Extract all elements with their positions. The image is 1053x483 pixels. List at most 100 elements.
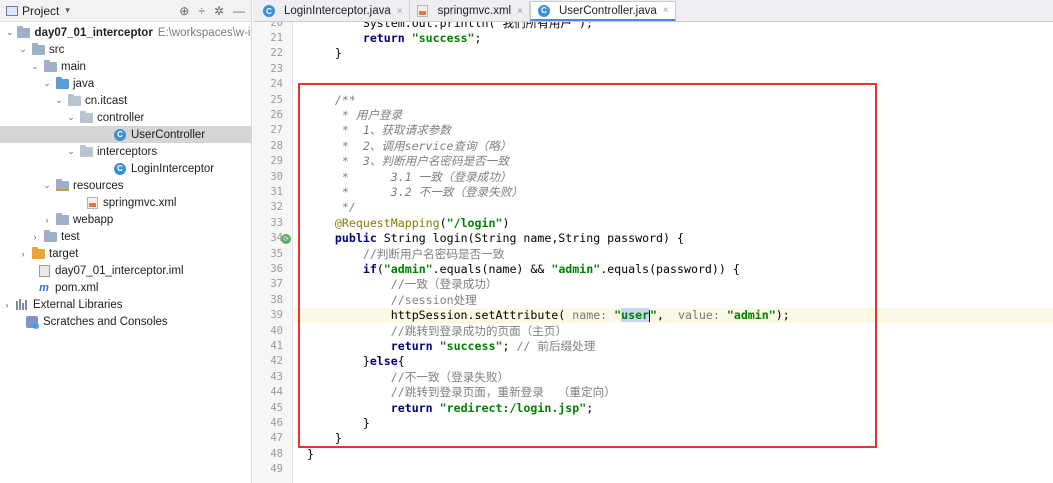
folder-icon (31, 42, 45, 56)
chevron-right-icon[interactable]: › (30, 232, 40, 242)
tree-item[interactable]: › test (0, 228, 251, 245)
line-number: 49 (270, 463, 283, 476)
editor-tab[interactable]: C UserController.java × (529, 1, 676, 21)
collapse-all-icon[interactable]: ÷ (198, 4, 205, 18)
code-line: httpSession.setAttribute( name: "user", … (307, 308, 790, 323)
line-number: 44 (270, 386, 283, 399)
tree-item[interactable]: ⌄ day07_01_interceptor E:\workspaces\w-ide (0, 24, 251, 41)
chevron-down-icon[interactable]: ⌄ (30, 61, 40, 72)
code-area[interactable]: 20 21 22 23 24 25 26 27 28 29 30 31 32 33 34 ⟳ 35 36 37 38 3… (253, 22, 1053, 483)
code-line: * 3、判断用户名密码是否一致 (307, 154, 509, 169)
scratches-icon (25, 315, 39, 329)
code-line: */ (307, 200, 356, 215)
line-number: 47 (270, 432, 283, 445)
project-tool-window: Project ▾ ⊕ ÷ ✲ — ⌄ day07_01_interceptor E… (0, 0, 252, 483)
code-token: //跳转到登录页面，重新登录 （重定向） (307, 385, 616, 400)
project-panel-tools: ⊕ ÷ ✲ — (179, 4, 251, 18)
code-token: public (334, 231, 377, 246)
tree-item[interactable]: ›mpom.xml (0, 279, 251, 296)
close-tab-icon[interactable]: × (397, 6, 403, 17)
tree-item[interactable]: ›day07_01_interceptor.iml (0, 262, 251, 279)
project-view-selector[interactable]: Project ▾ (6, 4, 70, 18)
chevron-down-icon[interactable]: ⌄ (66, 112, 76, 123)
editor-tab[interactable]: C LoginInterceptor.java × (256, 1, 410, 21)
chevron-down-icon[interactable]: ⌄ (18, 44, 28, 55)
tree-item[interactable]: › target (0, 245, 251, 262)
line-number: 41 (270, 339, 283, 352)
package-icon (67, 93, 81, 107)
line-number: 38 (270, 293, 283, 306)
code-token: httpSession.setAttribute( (307, 308, 573, 323)
tree-item[interactable]: ⌄ main (0, 58, 251, 75)
tree-item-label: Scratches and Consoles (43, 315, 168, 328)
line-number: 22 (270, 47, 283, 60)
code-token: } (307, 415, 370, 430)
source-folder-icon (55, 76, 69, 90)
chevron-down-icon: ▾ (65, 5, 70, 15)
tree-item[interactable]: ⌄ src (0, 41, 251, 58)
package-icon (79, 110, 93, 124)
tree-item[interactable]: ›Scratches and Consoles (0, 313, 251, 330)
tree-item-label: interceptors (97, 145, 158, 158)
editor-tab-label: springmvc.xml (437, 5, 512, 17)
tree-item[interactable]: › webapp (0, 211, 251, 228)
code-token: //一致（登录成功） (307, 277, 498, 292)
hide-panel-icon[interactable]: — (233, 4, 245, 18)
chevron-down-icon[interactable]: ⌄ (6, 27, 14, 38)
code-line: //跳转到登录成功的页面（主页） (307, 324, 567, 339)
editor-tab[interactable]: springmvc.xml × (410, 1, 530, 21)
chevron-right-icon[interactable]: › (18, 249, 28, 259)
tree-item-label: cn.itcast (85, 94, 128, 107)
chevron-down-icon[interactable]: ⌄ (54, 95, 64, 106)
code-line: public String login(String name,String p… (307, 231, 684, 246)
tree-item[interactable]: ›springmvc.xml (0, 194, 251, 211)
class-icon: C (113, 128, 127, 141)
request-mapping-gutter-icon[interactable]: ⟳ (281, 234, 291, 245)
locate-file-icon[interactable]: ⊕ (179, 4, 189, 18)
tree-item[interactable]: ⌄ controller (0, 109, 251, 126)
code-line: * 用户登录 (307, 108, 402, 123)
code-token: @RequestMapping (334, 215, 440, 230)
code-token: if (362, 261, 377, 276)
code-token: * 2、调用service查询（略） (307, 138, 512, 153)
chevron-right-icon[interactable]: › (42, 215, 52, 225)
code-token: * 3.1 一致（登录成功） (307, 169, 512, 184)
code-token: */ (307, 200, 356, 215)
tree-item[interactable]: ›CUserController (0, 126, 251, 143)
close-tab-icon[interactable]: × (663, 5, 669, 16)
tree-item[interactable]: › External Libraries (0, 296, 251, 313)
code-token: String (376, 231, 433, 246)
tree-item[interactable]: ⌄ cn.itcast (0, 92, 251, 109)
xml-file-icon (416, 5, 430, 17)
chevron-right-icon[interactable]: › (2, 300, 12, 310)
tree-item[interactable]: ⌄ java (0, 75, 251, 92)
code-token: //跳转到登录成功的页面（主页） (307, 323, 568, 338)
line-number: 28 (270, 139, 283, 152)
tree-item[interactable]: ›CLoginInterceptor (0, 160, 251, 177)
folder-icon (43, 229, 57, 243)
chevron-down-icon[interactable]: ⌄ (66, 146, 76, 157)
line-number: 39 (270, 309, 283, 322)
chevron-down-icon[interactable]: ⌄ (42, 180, 52, 191)
tree-item[interactable]: ⌄ interceptors (0, 143, 251, 160)
code-line: //判断用户名密码是否一致 (307, 247, 505, 262)
code-token: , (657, 308, 678, 323)
code-token: .equals(name) && (432, 261, 552, 276)
xml-file-icon (85, 196, 99, 209)
code-line: //不一致（登录失败） (307, 370, 509, 385)
gear-icon[interactable]: ✲ (214, 4, 224, 18)
chevron-down-icon[interactable]: ⌄ (42, 78, 52, 89)
tree-item[interactable]: ⌄ resources (0, 177, 251, 194)
line-number: 23 (270, 62, 283, 75)
code-token: return (390, 400, 433, 415)
module-path: E:\workspaces\w-ide (157, 26, 251, 39)
tree-item-label: webapp (73, 213, 114, 226)
folder-icon (43, 59, 57, 73)
close-tab-icon[interactable]: × (517, 6, 523, 17)
